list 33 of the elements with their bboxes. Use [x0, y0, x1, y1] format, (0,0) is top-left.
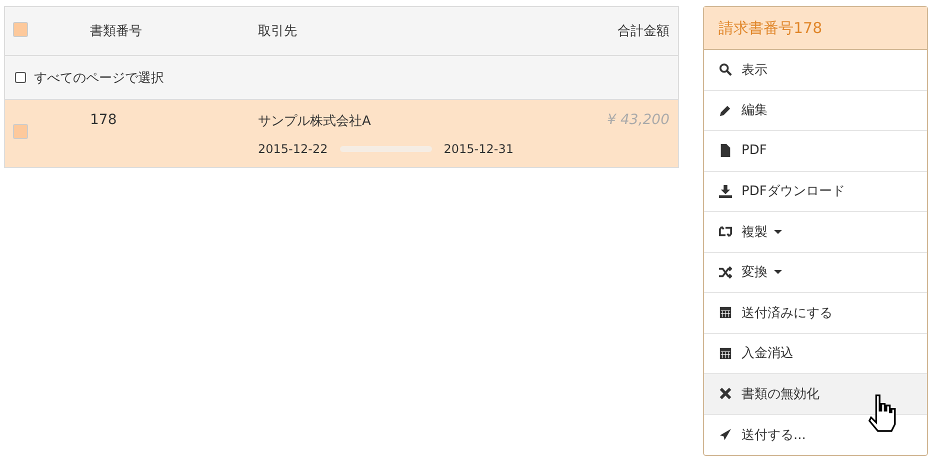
column-header: 取引先: [258, 23, 298, 40]
repeat-icon: [718, 225, 732, 238]
end-date: 2015-12-31: [444, 142, 514, 156]
pencil-icon: [718, 104, 732, 117]
row-checkbox[interactable]: [13, 124, 28, 139]
menu-item[interactable]: 変換: [704, 252, 927, 293]
menu-item[interactable]: 編集: [704, 90, 927, 131]
amount: ¥ 43,200: [606, 112, 670, 130]
menu-item[interactable]: 送付済みにする: [704, 293, 927, 334]
menu-item[interactable]: PDF: [704, 131, 927, 172]
header-checkbox[interactable]: [13, 22, 28, 36]
send-icon: [718, 428, 732, 442]
select-all-label: すべてのページで選択: [34, 70, 164, 86]
calendar-icon: [718, 306, 732, 320]
calendar-icon: [718, 346, 732, 360]
menu-item[interactable]: 複製: [704, 212, 927, 252]
close-icon: [718, 387, 732, 400]
client-name: サンプル株式会社A: [258, 113, 372, 130]
select-all-checkbox[interactable]: [15, 72, 26, 83]
menu-item[interactable]: PDFダウンロード: [704, 172, 927, 212]
column-header: 合計金額: [616, 23, 670, 40]
menu-item[interactable]: 表示: [704, 50, 927, 90]
table-row[interactable]: 178 サンプル株式会社A 2015-12-22 2015-12-31 ¥ 43,200: [5, 100, 678, 167]
start-date: 2015-12-22: [258, 142, 328, 156]
column-header: 書類番号: [90, 23, 143, 40]
menu-item[interactable]: 書類の無効化: [704, 374, 927, 414]
table-cell-text: 178: [90, 112, 118, 130]
download-icon: [718, 184, 732, 198]
shuffle-icon: [718, 266, 732, 279]
menu-item[interactable]: 送付する...: [704, 414, 927, 455]
file-icon: [718, 144, 732, 158]
search-icon: [718, 63, 732, 76]
menu-title: 請求書番号178: [704, 7, 927, 50]
